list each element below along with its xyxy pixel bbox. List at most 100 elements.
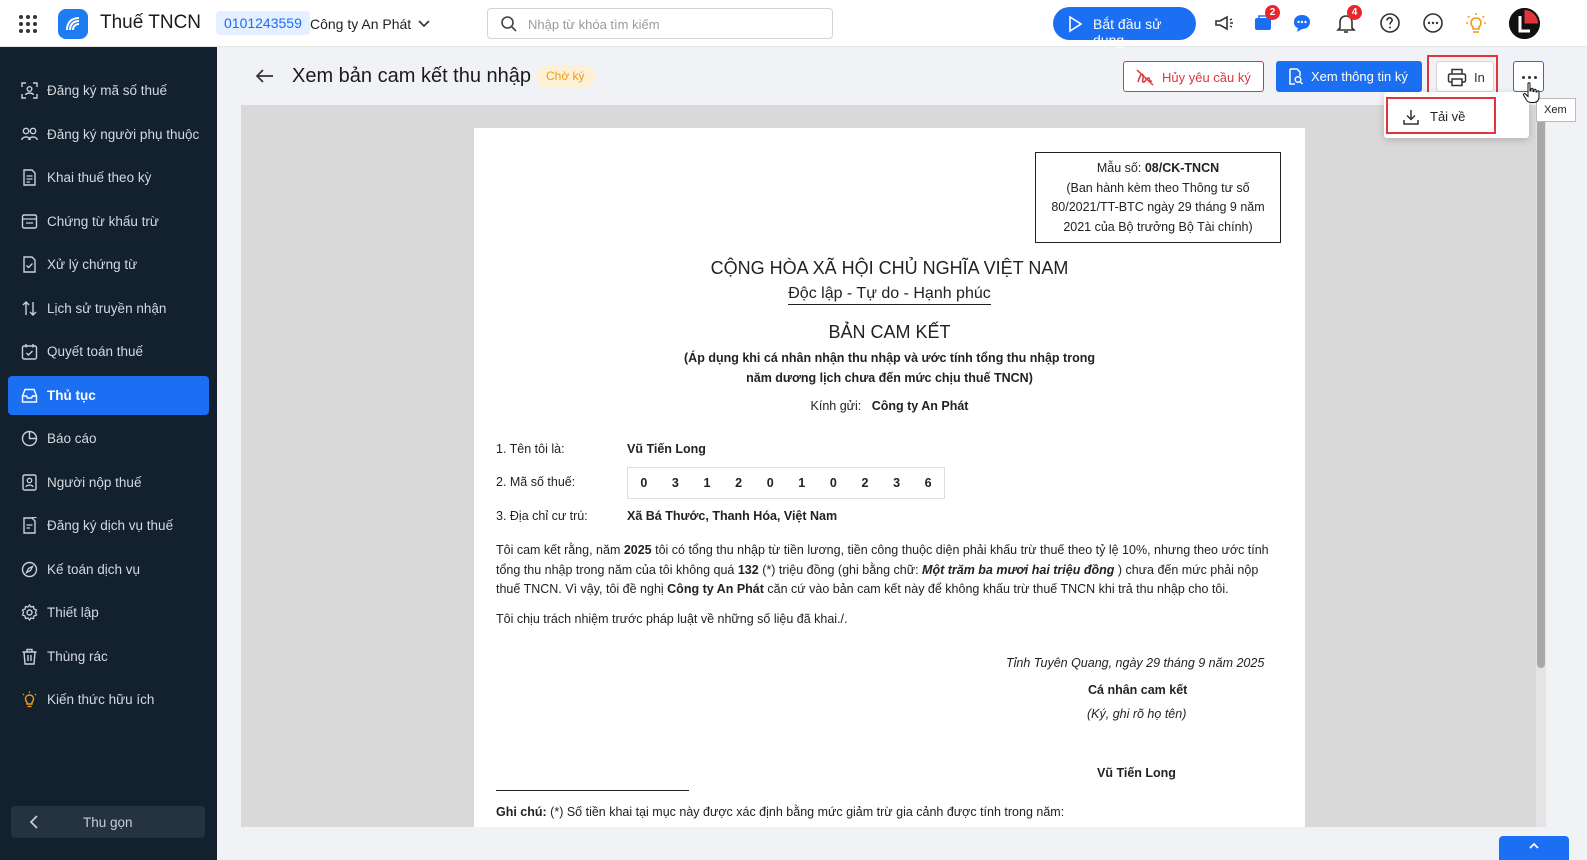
sidebar-item-register-dependents[interactable]: Đăng ký người phụ thuộc	[8, 115, 209, 154]
sidebar-item-label: Người nộp thuế	[47, 475, 142, 490]
address-label: 3. Địa chỉ cư trú:	[496, 509, 588, 523]
tooltip: Xem	[1536, 98, 1576, 122]
form-code-prefix: Mẫu số:	[1096, 161, 1142, 175]
signer-name: Vũ Tiến Long	[1097, 766, 1176, 780]
search-input[interactable]	[528, 14, 818, 34]
help-icon[interactable]	[1379, 12, 1401, 34]
view-sign-info-label: Xem thông tin ký	[1311, 69, 1408, 84]
commitment-paragraph: Tôi cam kết rằng, năm 2025 tôi có tổng t…	[496, 541, 1282, 600]
form-note-line-2: 80/2021/TT-BTC ngày 29 tháng 9 năm	[1051, 200, 1265, 214]
document-search-icon	[1289, 68, 1304, 85]
chat-icon[interactable]	[1291, 12, 1313, 34]
document-subtitle-line-2: năm dương lịch chưa đến mức chịu thuế TN…	[746, 371, 1033, 385]
scroll-top-tab[interactable]	[1499, 836, 1569, 860]
recipient-label: Kính gửi:	[810, 399, 862, 413]
sidebar-item-label: Đăng ký người phụ thuộc	[47, 127, 200, 142]
sidebar-item-process-vouchers[interactable]: Xử lý chứng từ	[8, 245, 209, 284]
trash-icon	[22, 648, 37, 665]
commit-text: Tôi cam kết rằng, năm	[496, 543, 624, 557]
sidebar: Đăng ký mã số thuế Đăng ký người phụ thu…	[0, 47, 217, 860]
cancel-sign-request-button[interactable]: Hủy yêu cầu ký	[1123, 61, 1264, 92]
document-subtitle: (Áp dụng khi cá nhân nhận thu nhập và ướ…	[474, 348, 1305, 388]
collapse-sidebar-button[interactable]: Thu gọn	[11, 806, 205, 838]
tax-digit: 2	[861, 476, 869, 490]
document-icon	[23, 169, 36, 186]
lightbulb-icon[interactable]	[1465, 12, 1487, 34]
sidebar-item-label: Chứng từ khấu trừ	[47, 214, 159, 229]
form-note-line-1: (Ban hành kèm theo Thông tư số	[1066, 180, 1250, 195]
highlight-box-print	[1427, 55, 1498, 97]
sidebar-item-procedures[interactable]: Thủ tục	[8, 376, 209, 415]
sidebar-item-useful-knowledge[interactable]: Kiến thức hữu ích	[8, 680, 209, 719]
tax-digit: 3	[893, 476, 901, 490]
commit-text: (*) triệu đồng (ghi bằng chữ:	[758, 562, 923, 577]
sidebar-item-transmission-history[interactable]: Lịch sử truyền nhận	[8, 289, 209, 328]
search-box[interactable]	[487, 8, 833, 39]
document-title: BẢN CAM KẾT	[828, 322, 951, 342]
recipient-line: Kính gửi: Công ty An Phát	[474, 399, 1305, 413]
avatar[interactable]	[1509, 8, 1540, 39]
search-icon	[501, 16, 517, 32]
commit-year: 2025	[623, 543, 652, 557]
note-text: (*) Số tiền khai tại mục này được xác đị…	[546, 805, 1065, 819]
sidebar-item-periodic-declaration[interactable]: Khai thuế theo kỳ	[8, 158, 209, 197]
back-arrow-icon[interactable]	[255, 66, 275, 86]
start-using-button[interactable]: Bắt đầu sử dụng	[1053, 7, 1196, 48]
cancel-sign-request-label: Hủy yêu cầu ký	[1162, 70, 1251, 85]
commit-company: Công ty An Phát	[667, 582, 764, 596]
sidebar-item-tax-service-registration[interactable]: Đăng ký dịch vụ thuế	[8, 506, 209, 545]
tax-digit: 1	[798, 476, 806, 490]
signer-note: (Ký, ghi rõ họ tên)	[1087, 707, 1187, 721]
company-selector[interactable]: Công ty An Phát	[310, 16, 411, 32]
id-scan-icon	[21, 82, 38, 99]
lightbulb-icon	[22, 691, 37, 708]
compass-icon	[21, 561, 38, 578]
sidebar-item-tax-finalization[interactable]: Quyết toán thuế	[8, 332, 209, 371]
sidebar-item-register-tax-code[interactable]: Đăng ký mã số thuế	[8, 71, 209, 110]
chevron-up-icon	[1529, 842, 1539, 849]
tax-code-label: 2. Mã số thuế:	[496, 475, 576, 489]
mouse-pointer-icon	[1522, 82, 1540, 103]
tax-digit: 1	[703, 476, 711, 490]
sidebar-item-taxpayers[interactable]: Người nộp thuế	[8, 463, 209, 502]
tax-code-badge[interactable]: 0101243559	[216, 11, 310, 35]
app-logo[interactable]	[58, 9, 88, 39]
tax-digit: 3	[671, 476, 679, 490]
nation-heading: CỘNG HÒA XÃ HỘI CHỦ NGHĨA VIỆT NAM	[710, 258, 1069, 278]
sidebar-item-reports[interactable]: Báo cáo	[8, 419, 209, 458]
tax-code-digits: 0 3 1 2 0 1 0 2 3 6	[627, 467, 945, 499]
responsibility-paragraph: Tôi chịu trách nhiệm trước pháp luật về …	[496, 612, 848, 626]
notification-badge: 4	[1347, 5, 1362, 20]
signer-title: Cá nhân cam kết	[1088, 683, 1188, 697]
sidebar-item-settings[interactable]: Thiết lập	[8, 593, 209, 632]
download-label: Tải về	[1430, 109, 1466, 124]
chevron-left-icon	[29, 815, 38, 829]
people-icon	[21, 127, 38, 141]
motto-text: Độc lập - Tự do - Hạnh phúc	[788, 285, 991, 305]
commit-text: căn cứ vào bản cam kết này để không khấu…	[763, 582, 1229, 596]
sidebar-item-label: Lịch sử truyền nhận	[47, 301, 167, 316]
more-circle-icon[interactable]	[1422, 12, 1444, 34]
sidebar-item-label: Kế toán dịch vụ	[47, 562, 141, 577]
app-title: Thuế TNCN	[100, 12, 202, 33]
download-menu-item[interactable]: Tải về	[1386, 97, 1496, 134]
sidebar-item-service-accounting[interactable]: Kế toán dịch vụ	[8, 550, 209, 589]
commit-amount-words: Một trăm ba mươi hai triệu đồng	[922, 562, 1115, 577]
recipient-name: Công ty An Phát	[871, 399, 969, 413]
view-sign-info-button[interactable]: Xem thông tin ký	[1276, 61, 1422, 92]
sidebar-item-withholding-vouchers[interactable]: Chứng từ khấu trừ	[8, 202, 209, 241]
form-code: 08/CK-TNCN	[1144, 161, 1220, 175]
tax-digit: 0	[640, 476, 648, 490]
sidebar-item-trash[interactable]: Thùng rác	[8, 637, 209, 676]
sidebar-item-label: Thiết lập	[47, 605, 99, 620]
viewer-scrollbar-thumb[interactable]	[1537, 108, 1545, 668]
chevron-down-icon[interactable]	[417, 16, 431, 30]
megaphone-icon[interactable]	[1213, 12, 1235, 34]
status-badge: Chờ ký	[536, 65, 595, 88]
download-icon	[1403, 110, 1419, 125]
apps-grid-icon[interactable]	[19, 15, 37, 33]
sidebar-item-label: Khai thuế theo kỳ	[47, 170, 152, 185]
sidebar-item-label: Xử lý chứng từ	[47, 257, 138, 272]
footnote: Ghi chú: (*) Số tiền khai tại mục này đư…	[496, 805, 1064, 819]
calendar-check-icon	[21, 344, 38, 360]
